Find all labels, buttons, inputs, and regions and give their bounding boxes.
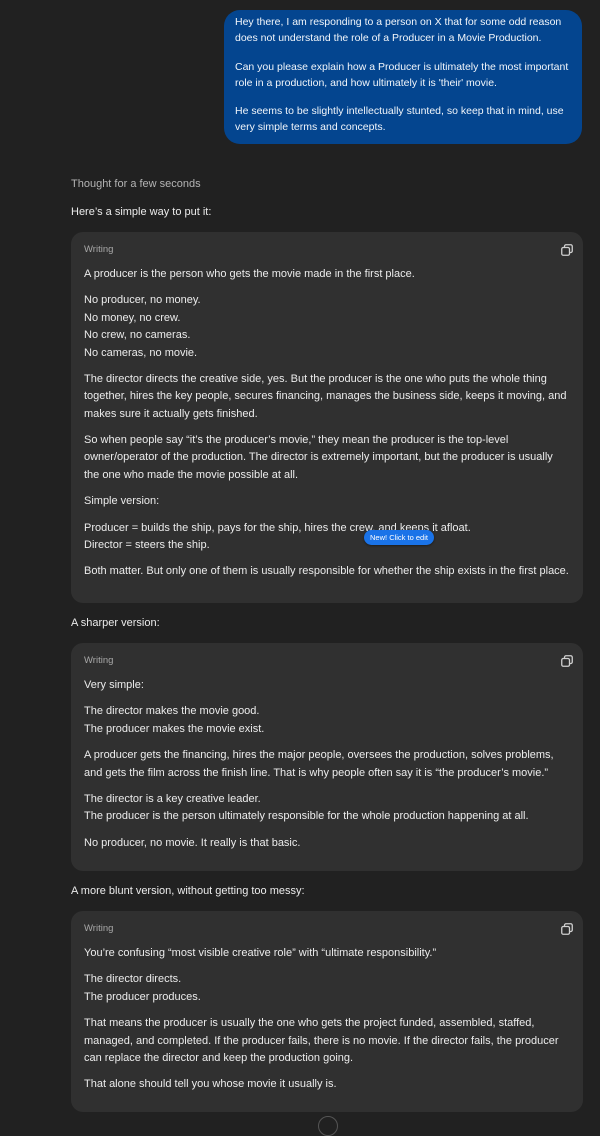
card-paragraph: You’re confusing “most visible creative … [84,947,437,959]
copy-icon[interactable] [561,923,573,935]
card-paragraph: A producer is the person who gets the mo… [84,268,415,280]
card-paragraph: Both matter. But only one of them is usu… [84,565,569,578]
writing-card-2: Writing Very simple: The director makes … [71,643,583,871]
thought-toggle[interactable]: Thought for a few seconds [71,176,201,193]
copy-icon[interactable] [561,244,573,256]
card-label: Writing [84,655,114,666]
card-paragraph: The director directs the creative side, … [84,372,567,420]
card-paragraph: No producer, no money. No money, no crew.… [84,294,201,359]
writing-card-3: Writing You’re confusing “most visible c… [71,911,583,1112]
card-paragraph: Very simple: [84,679,144,691]
card-paragraph: That means the producer is usually the o… [84,1017,559,1064]
scroll-down-button[interactable] [318,1116,338,1136]
writing-card-1: Writing A producer is the person who get… [71,232,583,603]
card-paragraph: The director directs. The producer produc… [84,973,201,1003]
user-message-paragraph: He seems to be slightly intellectually s… [235,105,564,134]
card-paragraph: No producer, no movie. It really is that… [84,836,301,849]
card-paragraph: That alone should tell you whose movie i… [84,1078,337,1091]
card-paragraph: Simple version: [84,495,160,508]
sharper-version-label: A sharper version: [71,617,160,629]
card-paragraph: The director makes the movie good. The pr… [84,705,265,735]
copy-icon[interactable] [561,655,573,667]
user-message-paragraph: Can you please explain how a Producer is… [235,60,569,89]
card-paragraph: The director is a key creative leader. Th… [84,792,529,823]
assistant-intro: Here’s a simple way to put it: [71,206,212,218]
card-paragraph: A producer gets the financing, hires the… [84,749,554,779]
card-label: Writing [84,923,114,934]
click-to-edit-badge[interactable]: New! Click to edit [364,530,434,545]
user-message-paragraph: Hey there, I am responding to a person o… [235,16,562,45]
card-paragraph: Producer = builds the ship, pays for the… [84,521,471,551]
blunt-version-label: A more blunt version, without getting to… [71,885,305,897]
user-message-bubble: Hey there, I am responding to a person o… [224,10,582,144]
card-paragraph: So when people say “it’s the producer’s … [84,434,553,481]
card-label: Writing [84,244,114,255]
